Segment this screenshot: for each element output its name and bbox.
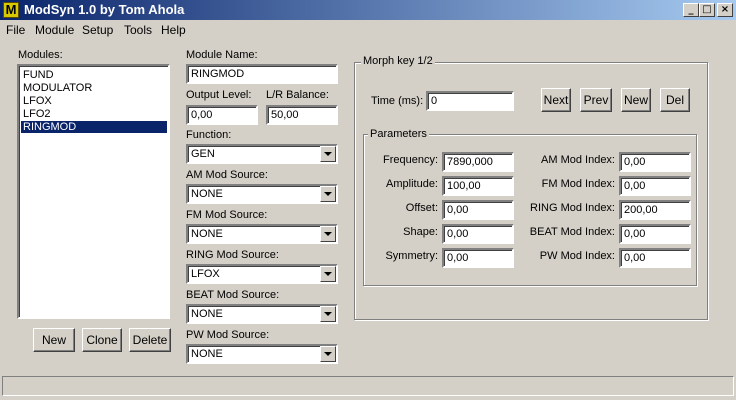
modules-list[interactable]: FUND MODULATOR LFOX LFO2 RINGMOD (17, 64, 170, 319)
am-index-label: AM Mod Index: (541, 154, 615, 166)
module-name-label: Module Name: (186, 49, 258, 61)
pw-source-select[interactable]: NONE (186, 344, 338, 364)
module-name-input[interactable]: RINGMOD (186, 64, 338, 84)
beat-index-label: BEAT Mod Index: (529, 226, 615, 238)
time-input[interactable]: 0 (426, 91, 514, 111)
list-item[interactable]: MODULATOR (21, 82, 167, 94)
status-bar (2, 376, 734, 396)
minimize-button[interactable]: _ (683, 3, 699, 17)
list-item-selected[interactable]: RINGMOD (21, 121, 167, 133)
close-button[interactable]: × (717, 3, 733, 17)
prev-key-button[interactable]: Prev (580, 88, 612, 112)
chevron-down-icon[interactable] (320, 266, 336, 282)
frequency-input[interactable]: 7890,000 (442, 152, 514, 172)
chevron-down-icon[interactable] (320, 306, 336, 322)
fm-source-select[interactable]: NONE (186, 224, 338, 244)
pw-source-label: PW Mod Source: (186, 329, 270, 341)
menu-help[interactable]: Help (161, 23, 186, 37)
frequency-label: Frequency: (382, 154, 438, 166)
next-key-button[interactable]: Next (541, 88, 571, 112)
ring-index-label: RING Mod Index: (530, 202, 615, 214)
beat-source-value: NONE (191, 308, 223, 320)
ring-source-label: RING Mod Source: (186, 249, 279, 261)
parameters-title: Parameters (368, 128, 429, 141)
pw-index-input[interactable]: 0,00 (619, 248, 691, 268)
beat-index-input[interactable]: 0,00 (619, 224, 691, 244)
fm-source-value: NONE (191, 228, 223, 240)
title-bar: M ModSyn 1.0 by Tom Ahola _ □ × (0, 0, 736, 20)
window-title: ModSyn 1.0 by Tom Ahola (24, 2, 185, 17)
am-index-input[interactable]: 0,00 (619, 152, 691, 172)
fm-source-label: FM Mod Source: (186, 209, 268, 221)
delete-module-button[interactable]: Delete (129, 328, 171, 352)
fm-index-label: FM Mod Index: (541, 178, 615, 190)
chevron-down-icon[interactable] (320, 186, 336, 202)
delete-key-button[interactable]: Del (660, 88, 690, 112)
list-item[interactable]: LFO2 (21, 108, 167, 120)
symmetry-input[interactable]: 0,00 (442, 248, 514, 268)
pw-source-value: NONE (191, 348, 223, 360)
ring-source-select[interactable]: LFOX (186, 264, 338, 284)
shape-label: Shape: (403, 226, 438, 238)
app-icon: M (3, 2, 19, 18)
pw-index-label: PW Mod Index: (539, 250, 615, 262)
menu-bar: File Module Setup Tools Help (0, 20, 736, 39)
shape-input[interactable]: 0,00 (442, 224, 514, 244)
list-item[interactable]: FUND (21, 69, 167, 81)
symmetry-label: Symmetry: (385, 250, 438, 262)
ring-source-value: LFOX (191, 268, 220, 280)
maximize-button[interactable]: □ (699, 3, 715, 17)
chevron-down-icon[interactable] (320, 146, 336, 162)
list-item[interactable]: LFOX (21, 95, 167, 107)
morph-key-title: Morph key 1/2 (361, 55, 435, 68)
am-source-value: NONE (191, 188, 223, 200)
offset-label: Offset: (405, 202, 438, 214)
menu-module[interactable]: Module (35, 23, 74, 37)
amplitude-input[interactable]: 100,00 (442, 176, 514, 196)
time-label: Time (ms): (371, 95, 424, 107)
offset-input[interactable]: 0,00 (442, 200, 514, 220)
output-level-input[interactable]: 0,00 (186, 105, 258, 125)
menu-file[interactable]: File (6, 23, 25, 37)
am-source-select[interactable]: NONE (186, 184, 338, 204)
menu-setup[interactable]: Setup (82, 23, 113, 37)
am-source-label: AM Mod Source: (186, 169, 268, 181)
chevron-down-icon[interactable] (320, 346, 336, 362)
output-level-label: Output Level: (186, 89, 252, 101)
function-select[interactable]: GEN (186, 144, 338, 164)
ring-index-input[interactable]: 200,00 (619, 200, 691, 220)
new-module-button[interactable]: New (33, 328, 75, 352)
fm-index-input[interactable]: 0,00 (619, 176, 691, 196)
balance-input[interactable]: 50,00 (266, 105, 338, 125)
function-value: GEN (191, 148, 215, 160)
beat-source-label: BEAT Mod Source: (186, 289, 280, 301)
new-key-button[interactable]: New (621, 88, 651, 112)
amplitude-label: Amplitude: (386, 178, 438, 190)
modules-label: Modules: (18, 49, 63, 61)
menu-tools[interactable]: Tools (124, 23, 152, 37)
function-label: Function: (186, 129, 232, 141)
balance-label: L/R Balance: (266, 89, 329, 101)
beat-source-select[interactable]: NONE (186, 304, 338, 324)
chevron-down-icon[interactable] (320, 226, 336, 242)
clone-module-button[interactable]: Clone (82, 328, 122, 352)
